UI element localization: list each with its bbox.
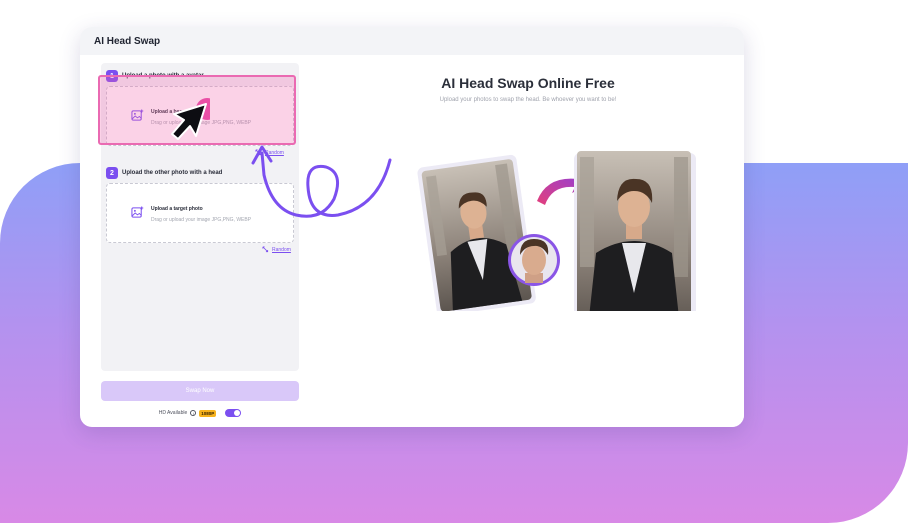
- hd-badge: 1080P: [199, 409, 217, 417]
- info-icon[interactable]: i: [190, 410, 197, 416]
- step-2-number: 2: [106, 167, 118, 179]
- hero-subtitle: Upload your photos to swap the head. Be …: [439, 97, 617, 103]
- random-target-label: Random: [272, 246, 291, 253]
- hd-label: HD Available: [158, 410, 188, 416]
- target-photo-hint: Drag or upload your image JPG,PNG, WEBP: [151, 217, 252, 223]
- app-title: AI Head Swap: [94, 36, 161, 47]
- hero-title: AI Head Swap Online Free: [441, 75, 615, 91]
- hd-option-row: HD Available i 1080P: [94, 407, 306, 419]
- target-photo-title: Upload a target photo: [151, 206, 203, 212]
- step-2-label: Upload the other photo with a head: [122, 170, 223, 176]
- step-2-header: 2 Upload the other photo with a head: [106, 167, 222, 179]
- base-photo-example: [417, 154, 536, 311]
- hd-toggle[interactable]: [225, 409, 242, 417]
- title-bar: AI Head Swap: [80, 27, 744, 55]
- swirl-arrow-icon: [251, 145, 392, 218]
- preview-panel: AI Head Swap Online Free Upload your pho…: [312, 57, 744, 427]
- target-head-example: [508, 234, 560, 286]
- random-target-button[interactable]: Random: [262, 246, 291, 253]
- result-photo-example: [574, 151, 696, 311]
- swap-now-button[interactable]: Swap Now: [101, 381, 299, 401]
- image-upload-icon: [131, 206, 144, 218]
- random-icon: [262, 246, 269, 253]
- pointer-cursor-icon: [171, 98, 210, 140]
- example-illustration: [417, 151, 696, 311]
- hd-toggle-knob: [234, 410, 241, 416]
